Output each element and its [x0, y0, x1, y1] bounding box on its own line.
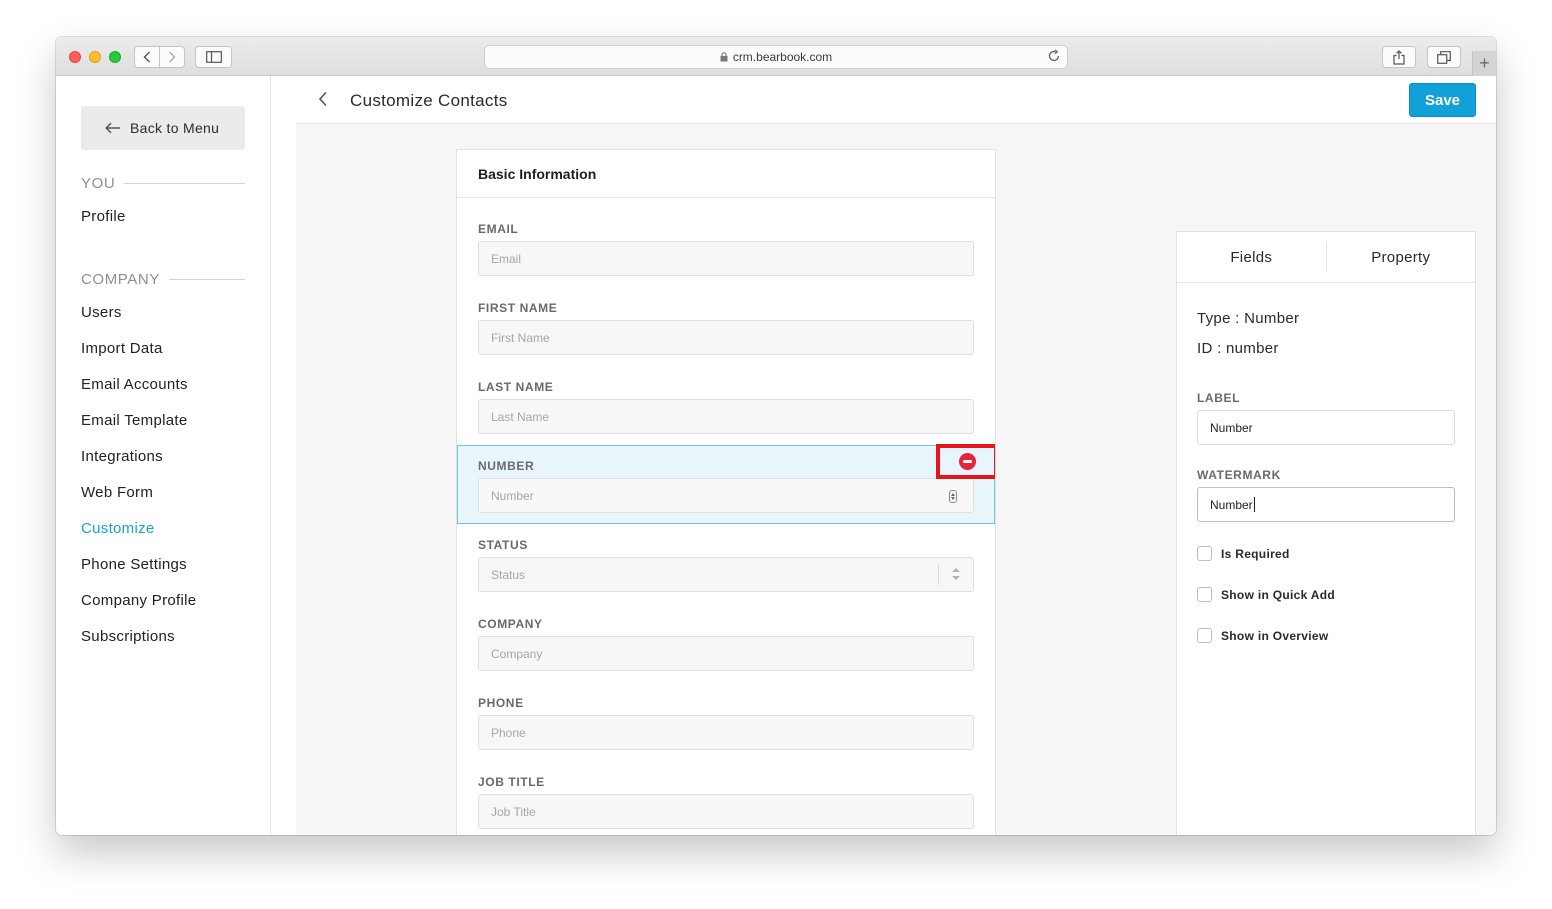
- new-tab-button[interactable]: +: [1472, 51, 1496, 76]
- field-label: LAST NAME: [478, 380, 554, 394]
- address-bar[interactable]: crm.bearbook.com: [484, 45, 1068, 69]
- watermark-input[interactable]: Number: [1197, 487, 1455, 522]
- field-label: NUMBER: [478, 459, 535, 473]
- chevron-left-icon[interactable]: [318, 91, 328, 107]
- email-field-preview[interactable]: Email: [478, 241, 974, 276]
- form-field-job-title[interactable]: JOB TITLE Job Title: [457, 751, 995, 830]
- sidebar-item-integrations[interactable]: Integrations: [81, 448, 163, 465]
- reload-icon[interactable]: [1047, 49, 1061, 63]
- sidebar-item-import-data[interactable]: Import Data: [81, 340, 163, 357]
- last-name-field-preview[interactable]: Last Name: [478, 399, 974, 434]
- url-text: crm.bearbook.com: [732, 50, 833, 64]
- form-field-last-name[interactable]: LAST NAME Last Name: [457, 356, 995, 435]
- sidebar-item-subscriptions[interactable]: Subscriptions: [81, 628, 175, 645]
- label-heading: LABEL: [1197, 391, 1240, 405]
- sidebar-item-company-profile[interactable]: Company Profile: [81, 592, 196, 609]
- save-button[interactable]: Save: [1409, 83, 1476, 117]
- remove-field-button[interactable]: [936, 444, 995, 479]
- section-heading-company: COMPANY: [81, 271, 245, 288]
- form-field-phone[interactable]: PHONE Phone: [457, 672, 995, 751]
- show-in-overview-checkbox[interactable]: Show in Overview: [1197, 628, 1329, 643]
- field-label: FIRST NAME: [478, 301, 558, 315]
- sidebar-item-email-template[interactable]: Email Template: [81, 412, 187, 429]
- field-label: PHONE: [478, 696, 524, 710]
- sidebar-item-email-accounts[interactable]: Email Accounts: [81, 376, 188, 393]
- field-id-text: ID : number: [1197, 340, 1279, 357]
- page-title: Customize Contacts: [350, 91, 508, 110]
- section-heading-you: YOU: [81, 175, 245, 192]
- browser-window: crm.bearbook.com + Back to Menu YOU Prof…: [56, 37, 1496, 835]
- checkbox-box: [1197, 546, 1212, 561]
- company-field-preview[interactable]: Company: [478, 636, 974, 671]
- sidebar-item-web-form[interactable]: Web Form: [81, 484, 153, 501]
- show-in-quick-add-checkbox[interactable]: Show in Quick Add: [1197, 587, 1335, 602]
- lock-icon: [720, 52, 728, 62]
- field-type-text: Type : Number: [1197, 310, 1300, 327]
- remove-circle-icon: [959, 453, 976, 470]
- sidebar-toggle-button[interactable]: [195, 46, 232, 68]
- sidebar-item-profile[interactable]: Profile: [81, 208, 126, 225]
- is-required-checkbox[interactable]: Is Required: [1197, 546, 1290, 561]
- panel-tabs: Fields Property: [1177, 232, 1475, 283]
- sidebar-item-customize[interactable]: Customize: [81, 520, 155, 537]
- browser-forward-button[interactable]: [159, 46, 185, 68]
- sidebar-icon: [205, 51, 222, 63]
- share-button[interactable]: [1382, 46, 1416, 68]
- show-tabs-button[interactable]: [1427, 46, 1461, 68]
- number-spinner-icon: [949, 490, 957, 503]
- form-field-number-selected[interactable]: NUMBER Number: [457, 444, 995, 524]
- phone-field-preview[interactable]: Phone: [478, 715, 974, 750]
- page-header: Customize Contacts Save: [296, 76, 1496, 124]
- job-title-field-preview[interactable]: Job Title: [478, 794, 974, 829]
- checkbox-box: [1197, 587, 1212, 602]
- field-label: JOB TITLE: [478, 775, 545, 789]
- sidebar-item-phone-settings[interactable]: Phone Settings: [81, 556, 187, 573]
- watermark-heading: WATERMARK: [1197, 468, 1281, 482]
- share-icon: [1393, 49, 1405, 65]
- main-content: Basic Information EMAIL Email FIRST NAME…: [296, 124, 1496, 835]
- number-field-preview[interactable]: Number: [478, 478, 974, 513]
- tabs-icon: [1437, 50, 1451, 64]
- property-panel: Fields Property Type : Number ID : numbe…: [1176, 231, 1476, 835]
- form-field-email[interactable]: EMAIL Email: [457, 198, 995, 277]
- form-field-first-name[interactable]: FIRST NAME First Name: [457, 277, 995, 356]
- back-to-menu-label: Back to Menu: [130, 120, 220, 136]
- chevron-right-icon: [169, 51, 176, 63]
- form-field-status[interactable]: STATUS Status: [457, 514, 995, 593]
- tab-property[interactable]: Property: [1325, 242, 1476, 272]
- form-layout-card: Basic Information EMAIL Email FIRST NAME…: [456, 149, 996, 835]
- settings-sidebar: Back to Menu YOU Profile COMPANY Users I…: [56, 76, 271, 835]
- first-name-field-preview[interactable]: First Name: [478, 320, 974, 355]
- checkbox-box: [1197, 628, 1212, 643]
- select-arrows-icon: [938, 565, 973, 585]
- text-cursor: [1253, 497, 1255, 512]
- sidebar-item-users[interactable]: Users: [81, 304, 122, 321]
- browser-toolbar: crm.bearbook.com +: [56, 37, 1496, 76]
- section-title: Basic Information: [457, 150, 995, 198]
- field-label: COMPANY: [478, 617, 543, 631]
- zoom-window-button[interactable]: [109, 51, 121, 63]
- back-to-menu-button[interactable]: Back to Menu: [81, 106, 245, 150]
- field-label: STATUS: [478, 538, 528, 552]
- arrow-left-icon: [105, 122, 121, 134]
- minimize-window-button[interactable]: [89, 51, 101, 63]
- close-window-button[interactable]: [69, 51, 81, 63]
- form-field-company[interactable]: COMPANY Company: [457, 593, 995, 672]
- label-input[interactable]: Number: [1197, 410, 1455, 445]
- status-select-preview[interactable]: Status: [478, 557, 974, 592]
- browser-back-button[interactable]: [134, 46, 160, 68]
- tab-fields[interactable]: Fields: [1177, 232, 1326, 282]
- chevron-left-icon: [143, 51, 150, 63]
- field-label: EMAIL: [478, 222, 519, 236]
